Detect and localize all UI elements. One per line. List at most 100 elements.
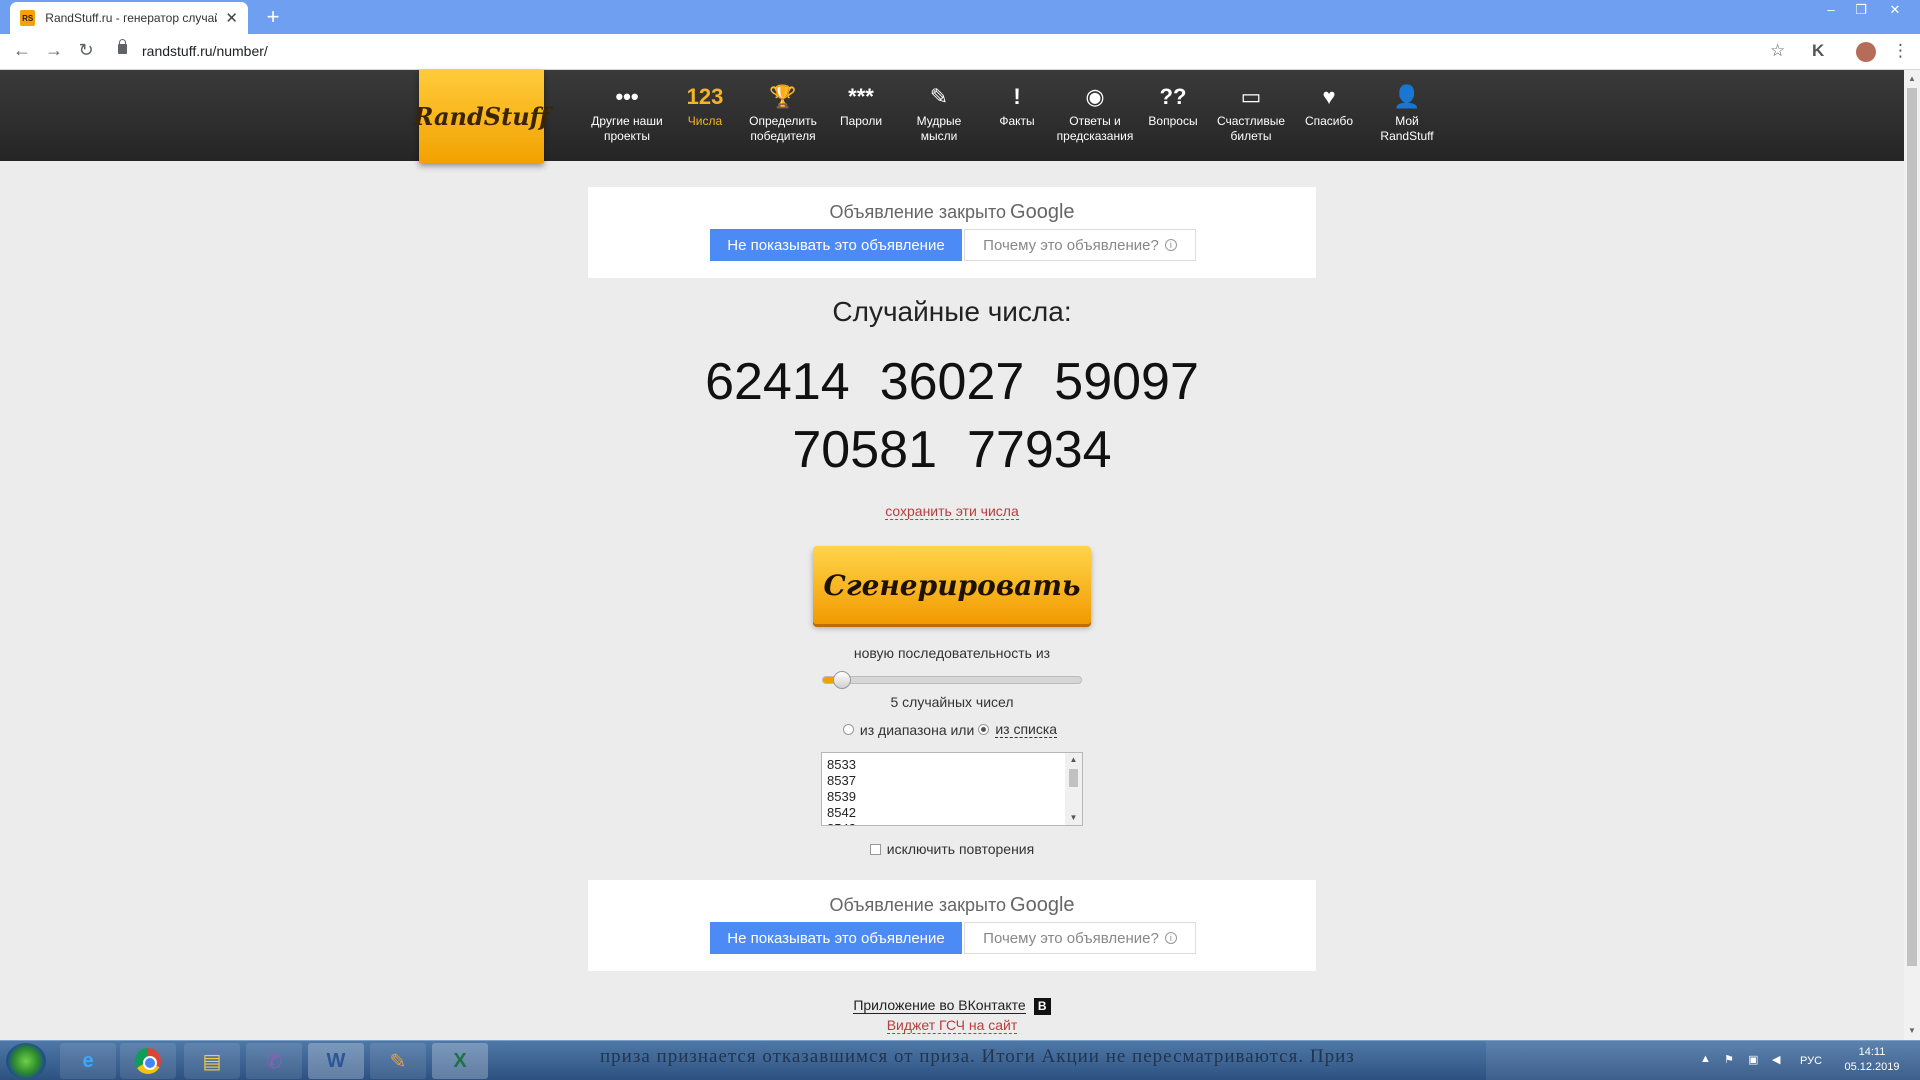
notepad-icon: ✎ — [929, 84, 949, 109]
ad-closed-top: Объявление закрыто Google Не показывать э… — [588, 187, 1316, 278]
vk-app-link[interactable]: Приложение во ВКонтакте — [853, 997, 1026, 1014]
generate-button[interactable]: Сгенерировать — [813, 546, 1091, 624]
forward-icon[interactable]: → — [42, 40, 66, 61]
number-list-textarea[interactable]: 85338537853985428543 ▲ ▼ — [821, 752, 1083, 826]
ticket-icon: ▭ — [1240, 84, 1262, 109]
main-nav: ••• Другие наши проекты 123 Числа 🏆 Определит… — [588, 70, 1446, 161]
exclude-repeats-checkbox[interactable] — [869, 843, 881, 855]
question-icon: ?? — [1159, 84, 1187, 109]
sequence-label: новую последовательность из — [853, 645, 1051, 661]
word-icon[interactable]: W — [308, 1043, 364, 1079]
random-number: 36027 — [879, 353, 1025, 411]
user-icon: 👤 — [1393, 84, 1421, 109]
minimize-icon[interactable]: – — [1816, 2, 1846, 17]
paint-icon[interactable]: ✎ — [370, 1043, 426, 1079]
os-taskbar: e ▤ ✆ W ✎ X приза признается отказавшимс… — [0, 1040, 1920, 1080]
list-scroll-up-icon[interactable]: ▲ — [1065, 755, 1082, 764]
nav-label: Вопросы — [1148, 114, 1198, 128]
site-logo[interactable]: RandStuff — [414, 70, 550, 163]
start-button[interactable] — [6, 1043, 46, 1079]
restore-icon[interactable]: ❐ — [1846, 2, 1876, 18]
tab-close-icon[interactable]: ✕ — [225, 9, 238, 27]
page-scrollbar[interactable]: ▲ ▼ — [1904, 70, 1920, 1040]
exclude-repeats-row[interactable]: исключить повторения — [588, 841, 1316, 857]
list-scroll-down-icon[interactable]: ▼ — [1065, 813, 1082, 822]
nav-label: Счастливые билеты — [1216, 114, 1286, 143]
ad-hide-button[interactable]: Не показывать это объявление — [710, 922, 962, 954]
mode-range-radio[interactable] — [842, 724, 854, 735]
clock-date: 05.12.2019 — [1844, 1061, 1900, 1073]
file-explorer-icon[interactable]: ▤ — [184, 1043, 240, 1079]
scroll-up-icon[interactable]: ▲ — [1904, 74, 1920, 83]
google-logo: Google — [1010, 201, 1075, 223]
address-bar: ← → ↻ randstuff.ru/number/ ☆ K ⋮ — [0, 34, 1920, 70]
window-close-icon[interactable]: ✕ — [1880, 2, 1910, 18]
nav-item-numbers[interactable]: 123 Числа — [666, 70, 744, 161]
vk-icon[interactable]: В — [1033, 997, 1051, 1015]
excel-icon[interactable]: X — [432, 1043, 488, 1079]
extension-icon[interactable]: K — [1812, 41, 1824, 61]
exclude-repeats-label: исключить повторения — [886, 841, 1035, 857]
more-dots-icon: ••• — [615, 84, 639, 109]
nav-item-password[interactable]: *** Пароли — [822, 70, 900, 161]
clock[interactable]: 14:11 05.12.2019 — [1842, 1045, 1902, 1075]
network-icon[interactable]: ▣ — [1748, 1053, 1758, 1066]
nav-item-user[interactable]: 👤 Мой RandStuff — [1368, 70, 1446, 161]
nav-label: Ответы и предсказания — [1056, 114, 1134, 143]
ad-why-button[interactable]: Почему это объявление? i — [964, 229, 1196, 261]
nav-item-more-dots[interactable]: ••• Другие наши проекты — [588, 70, 666, 161]
nav-item-ticket[interactable]: ▭ Счастливые билеты — [1212, 70, 1290, 161]
slider-knob[interactable] — [833, 671, 851, 689]
site-header: RandStuff ••• Другие наши проекты 123 Числа… — [0, 70, 1904, 163]
bookmark-star-icon[interactable]: ☆ — [1770, 41, 1785, 61]
google-logo: Google — [1010, 894, 1075, 916]
nav-item-notepad[interactable]: ✎ Мудрые мысли — [900, 70, 978, 161]
random-number: 59097 — [1054, 353, 1199, 411]
language-indicator[interactable]: РУС — [1800, 1055, 1822, 1067]
list-scroll-thumb[interactable] — [1069, 769, 1078, 787]
list-scrollbar[interactable]: ▲ ▼ — [1065, 753, 1082, 825]
mode-range-option[interactable]: из диапазона или — [842, 722, 974, 738]
mode-list-option[interactable]: из списка — [978, 721, 1058, 738]
nav-item-trophy[interactable]: 🏆 Определить победителя — [744, 70, 822, 161]
menu-dots-icon[interactable]: ⋮ — [1892, 41, 1909, 61]
viber-icon[interactable]: ✆ — [246, 1043, 302, 1079]
url-field[interactable]: randstuff.ru/number/ — [142, 43, 268, 59]
internet-explorer-icon[interactable]: e — [60, 1043, 116, 1079]
ad-why-button[interactable]: Почему это объявление? i — [964, 922, 1196, 954]
nav-item-heart[interactable]: ♥ Спасибо — [1290, 70, 1368, 161]
widget-link[interactable]: Виджет ГСЧ на сайт — [886, 1017, 1018, 1034]
site-favicon-icon: RS — [20, 10, 36, 26]
info-icon: i — [1164, 239, 1177, 251]
chrome-icon[interactable] — [120, 1043, 176, 1079]
count-slider[interactable] — [822, 671, 1082, 689]
nav-label: Пароли — [839, 114, 883, 128]
scroll-thumb[interactable] — [1907, 88, 1917, 966]
save-numbers-link[interactable]: сохранить эти числа — [885, 503, 1019, 520]
count-label: 5 случайных чисел — [890, 694, 1014, 710]
mode-list-radio[interactable] — [978, 724, 990, 735]
scroll-down-icon[interactable]: ▼ — [1904, 1026, 1920, 1035]
nav-item-exclamation[interactable]: ! Факты — [978, 70, 1056, 161]
new-tab-button[interactable]: + — [260, 4, 286, 30]
ad-closed-text: Объявление закрыто — [829, 202, 1007, 222]
random-number: 62414 — [705, 353, 850, 411]
volume-icon[interactable]: ◀ — [1772, 1053, 1780, 1066]
ad-hide-button[interactable]: Не показывать это объявление — [710, 229, 962, 261]
back-icon[interactable]: ← — [10, 40, 34, 61]
reload-icon[interactable]: ↻ — [74, 40, 98, 61]
nav-label: Спасибо — [1304, 114, 1354, 128]
nav-item-question[interactable]: ?? Вопросы — [1134, 70, 1212, 161]
nav-item-eight-ball[interactable]: ◉ Ответы и предсказания — [1056, 70, 1134, 161]
numbers-icon: 123 — [686, 84, 724, 109]
browser-tab[interactable]: RS RandStuff.ru - генератор случай ✕ — [10, 2, 248, 34]
password-icon: *** — [848, 84, 874, 109]
tray-expand-icon[interactable]: ▲ — [1700, 1053, 1711, 1065]
clock-time: 14:11 — [1858, 1046, 1886, 1058]
profile-avatar[interactable] — [1856, 42, 1876, 62]
background-window-text: приза признается отказавшимся от приза. … — [600, 1046, 1355, 1067]
flag-icon[interactable]: ⚑ — [1724, 1053, 1734, 1066]
list-value: 8537 — [827, 773, 856, 788]
nav-label: Определить победителя — [749, 114, 817, 143]
nav-label: Мудрые мысли — [916, 114, 962, 143]
